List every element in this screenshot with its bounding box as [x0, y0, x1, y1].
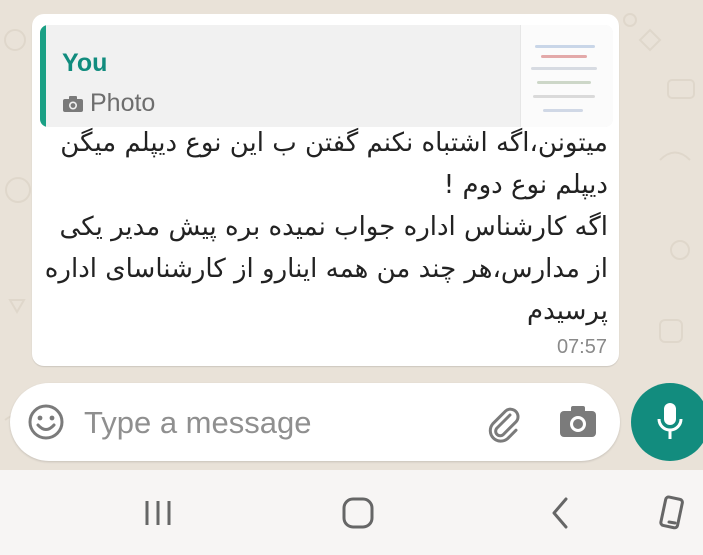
rotate-icon[interactable]	[652, 495, 692, 531]
message-bubble[interactable]: You Photo میتونن،اگه اشتباه نکنم گفتن ب …	[32, 14, 619, 366]
home-icon[interactable]	[338, 495, 378, 531]
quote-author: You	[62, 49, 108, 77]
paperclip-icon[interactable]	[482, 401, 524, 443]
quoted-photo-thumbnail[interactable]	[520, 25, 613, 127]
quote-type-label: Photo	[90, 89, 156, 117]
message-timestamp: 07:57	[556, 336, 607, 358]
message-line: اگه کارشناس اداره جواب نمیده بره پیش مدی…	[59, 212, 608, 242]
message-line: دیپلم نوع دوم !	[443, 170, 608, 200]
system-navigation-bar	[0, 470, 703, 555]
voice-record-button[interactable]	[631, 383, 703, 461]
mic-icon	[657, 403, 683, 439]
camera-icon[interactable]	[558, 403, 598, 441]
quote-type: Photo	[62, 89, 155, 118]
emoji-icon[interactable]	[26, 402, 66, 442]
message-input[interactable]	[82, 401, 416, 445]
message-line: میتونن،اگه اشتباه نکنم گفتن ب این نوع دی…	[60, 128, 608, 158]
photo-camera-icon	[63, 95, 83, 112]
back-icon[interactable]	[540, 495, 580, 531]
message-line: از مدارس،هر چند من همه اینارو از کارشناس…	[44, 254, 608, 284]
message-text: میتونن،اگه اشتباه نکنم گفتن ب این نوع دی…	[44, 122, 608, 332]
quote-accent-bar	[40, 25, 46, 127]
message-composer	[10, 383, 620, 461]
recents-icon[interactable]	[138, 495, 178, 531]
message-line: پرسیدم	[527, 296, 608, 326]
quoted-message[interactable]: You Photo	[40, 25, 613, 127]
